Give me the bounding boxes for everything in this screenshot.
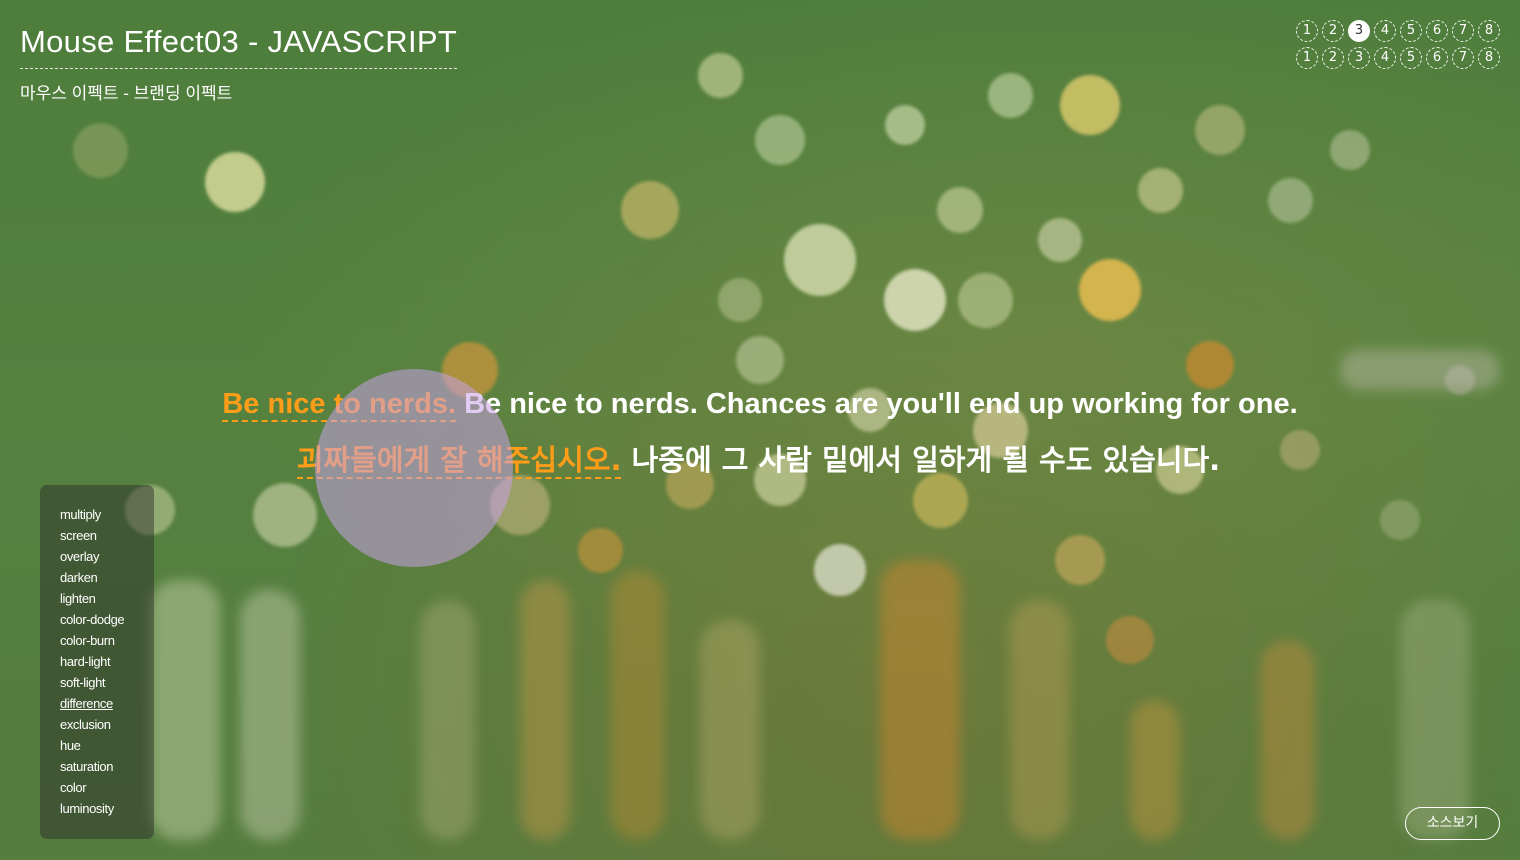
blend-mode-luminosity[interactable]: luminosity — [60, 798, 154, 819]
bokeh-light — [736, 336, 784, 384]
blend-mode-lighten[interactable]: lighten — [60, 588, 154, 609]
bokeh-light — [937, 187, 983, 233]
bokeh-light — [987, 72, 1033, 118]
blend-mode-exclusion[interactable]: exclusion — [60, 714, 154, 735]
bokeh-light — [814, 544, 866, 596]
pager-link-6[interactable]: 6 — [1426, 47, 1448, 69]
bokeh-streak — [240, 590, 300, 840]
bokeh-light — [577, 527, 623, 573]
bokeh-streak — [880, 560, 960, 840]
pager-link-4[interactable]: 4 — [1374, 47, 1396, 69]
blend-mode-color[interactable]: color — [60, 777, 154, 798]
bokeh-light — [1060, 75, 1120, 135]
bokeh-light — [253, 483, 317, 547]
page-title: Mouse Effect03 - JAVASCRIPT — [20, 22, 458, 69]
page-header: Mouse Effect03 - JAVASCRIPT 마우스 이펙트 - 브랜… — [20, 22, 458, 104]
blend-mode-difference[interactable]: difference — [60, 693, 154, 714]
bokeh-streak — [1400, 600, 1470, 840]
blend-mode-hard-light[interactable]: hard-light — [60, 651, 154, 672]
pager-link-5[interactable]: 5 — [1400, 20, 1422, 42]
pager-link-6[interactable]: 6 — [1426, 20, 1448, 42]
pager-link-7[interactable]: 7 — [1452, 20, 1474, 42]
pager-link-8[interactable]: 8 — [1478, 47, 1500, 69]
blend-mode-screen[interactable]: screen — [60, 525, 154, 546]
bokeh-streak — [420, 600, 475, 840]
bokeh-light — [1380, 500, 1420, 540]
mouse-cursor-circle — [315, 369, 513, 567]
pager-link-3[interactable]: 3 — [1348, 20, 1370, 42]
quote-korean: 괴짜들에게 잘 해주십시오. 나중에 그 사람 밑에서 일하게 될 수도 있습니… — [0, 436, 1520, 484]
bokeh-light — [72, 122, 128, 178]
pager-link-7[interactable]: 7 — [1452, 47, 1474, 69]
blend-mode-list: multiply screen overlay darken lighten color-… — [40, 485, 154, 839]
pager-link-3[interactable]: 3 — [1348, 47, 1370, 69]
pager-link-2[interactable]: 2 — [1322, 47, 1344, 69]
bokeh-streak — [520, 580, 570, 840]
bokeh-streak — [1130, 700, 1180, 840]
bokeh-light — [1267, 177, 1313, 223]
blend-mode-overlay[interactable]: overlay — [60, 546, 154, 567]
bokeh-light — [957, 272, 1013, 328]
bokeh-streak — [700, 620, 760, 840]
bokeh-light — [1055, 535, 1105, 585]
bokeh-streak — [1260, 640, 1315, 840]
bokeh-light — [1106, 616, 1154, 664]
pager-link-8[interactable]: 8 — [1478, 20, 1500, 42]
pager-link-4[interactable]: 4 — [1374, 20, 1396, 42]
blend-mode-hue[interactable]: hue — [60, 735, 154, 756]
quote-block: Be nice to nerds. Be nice to nerds. Chan… — [0, 380, 1520, 484]
pager-link-1[interactable]: 1 — [1296, 20, 1318, 42]
bokeh-light — [1079, 259, 1141, 321]
view-source-button[interactable]: 소스보기 — [1405, 807, 1500, 840]
bokeh-light — [621, 181, 679, 239]
bokeh-light — [1137, 167, 1183, 213]
bokeh-light — [205, 152, 265, 212]
pager-link-5[interactable]: 5 — [1400, 47, 1422, 69]
blend-mode-color-dodge[interactable]: color-dodge — [60, 609, 154, 630]
page-subtitle: 마우스 이펙트 - 브랜딩 이펙트 — [20, 84, 233, 103]
bokeh-light — [885, 105, 925, 145]
bokeh-streak — [1010, 600, 1070, 840]
quote-english-rest: Be nice to nerds. Chances are you'll end… — [456, 388, 1298, 420]
bokeh-light — [755, 115, 805, 165]
pager-link-1[interactable]: 1 — [1296, 47, 1318, 69]
pager-row-2: 12345678 — [1296, 47, 1500, 69]
blend-mode-multiply[interactable]: multiply — [60, 504, 154, 525]
pager-row-1: 12345678 — [1296, 20, 1500, 42]
blend-mode-soft-light[interactable]: soft-light — [60, 672, 154, 693]
bokeh-streak — [150, 580, 220, 840]
bokeh-light — [784, 224, 856, 296]
blend-mode-saturation[interactable]: saturation — [60, 756, 154, 777]
pager: 12345678 12345678 — [1296, 20, 1500, 74]
blend-mode-darken[interactable]: darken — [60, 567, 154, 588]
quote-korean-rest: 나중에 그 사람 밑에서 일하게 될 수도 있습니다. — [621, 443, 1221, 477]
pager-link-2[interactable]: 2 — [1322, 20, 1344, 42]
quote-english: Be nice to nerds. Be nice to nerds. Chan… — [0, 380, 1520, 428]
bokeh-light — [1038, 218, 1082, 262]
bokeh-streak — [610, 570, 665, 840]
bokeh-light — [697, 52, 743, 98]
bokeh-light — [884, 269, 946, 331]
blend-mode-color-burn[interactable]: color-burn — [60, 630, 154, 651]
bokeh-light — [1330, 130, 1370, 170]
bokeh-light — [1195, 105, 1245, 155]
bokeh-light — [718, 278, 762, 322]
